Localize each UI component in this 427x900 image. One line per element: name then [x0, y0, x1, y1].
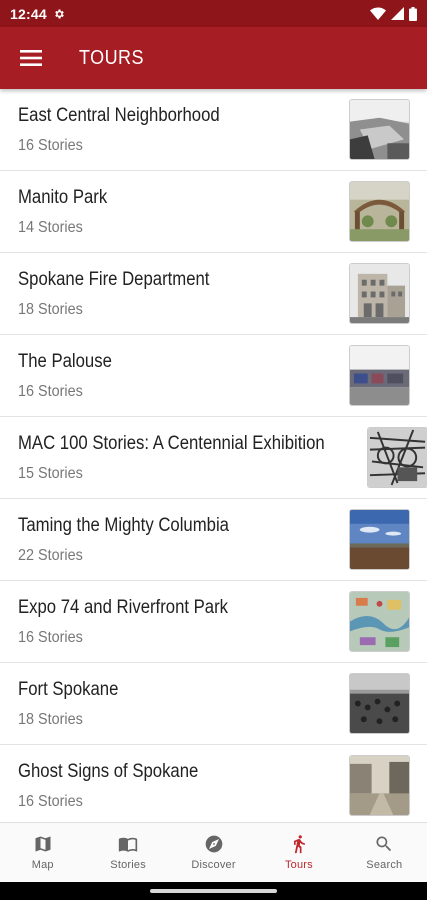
- tour-list: East Central Neighborhood 16 Stories Man…: [0, 89, 427, 822]
- wifi-icon: [370, 7, 386, 20]
- tour-thumbnail: [349, 591, 410, 652]
- tour-item-taming-the-mighty-columbia[interactable]: Taming the Mighty Columbia 22 Stories: [0, 499, 427, 581]
- bottom-navigation: Map Stories Discover Tours Search: [0, 822, 427, 882]
- status-icons: [370, 6, 417, 21]
- tour-title: Fort Spokane: [18, 678, 119, 700]
- battery-icon: [409, 6, 417, 21]
- tour-story-count: 14 Stories: [18, 218, 83, 236]
- walking-icon: [293, 835, 305, 854]
- cellular-signal-icon: [391, 7, 404, 20]
- tour-item-mac-100-stories[interactable]: MAC 100 Stories: A Centennial Exhibition…: [0, 417, 427, 499]
- nav-search[interactable]: Search: [342, 823, 427, 882]
- tour-story-count: 16 Stories: [18, 136, 83, 154]
- tour-thumbnail: [349, 673, 410, 734]
- app-bar: TOURS: [0, 27, 427, 89]
- tour-thumbnail: [349, 263, 410, 324]
- tour-item-the-palouse[interactable]: The Palouse 16 Stories: [0, 335, 427, 417]
- home-gesture-bar[interactable]: [150, 889, 277, 893]
- page-title: TOURS: [79, 46, 144, 69]
- tour-title: MAC 100 Stories: A Centennial Exhibition: [18, 432, 325, 454]
- nav-label: Stories: [110, 859, 146, 871]
- tour-story-count: 16 Stories: [18, 628, 83, 646]
- tour-item-east-central-neighborhood[interactable]: East Central Neighborhood 16 Stories: [0, 89, 427, 171]
- tour-title: Taming the Mighty Columbia: [18, 514, 229, 536]
- book-icon: [118, 837, 138, 852]
- nav-tours[interactable]: Tours: [256, 823, 341, 882]
- tour-item-manito-park[interactable]: Manito Park 14 Stories: [0, 171, 427, 253]
- nav-label: Discover: [191, 859, 236, 871]
- status-bar: 12:44: [0, 0, 427, 27]
- tour-story-count: 15 Stories: [18, 464, 83, 482]
- tour-title: Manito Park: [18, 186, 108, 208]
- nav-label: Search: [366, 859, 403, 871]
- tour-thumbnail: [349, 755, 410, 816]
- tour-title: East Central Neighborhood: [18, 104, 220, 126]
- tour-item-spokane-fire-department[interactable]: Spokane Fire Department 18 Stories: [0, 253, 427, 335]
- tour-item-expo-74-and-riverfront-park[interactable]: Expo 74 and Riverfront Park 16 Stories: [0, 581, 427, 663]
- system-gesture-area: [0, 882, 427, 900]
- compass-icon: [205, 835, 222, 853]
- tour-thumbnail: [349, 509, 410, 570]
- tour-story-count: 18 Stories: [18, 300, 83, 318]
- nav-stories[interactable]: Stories: [85, 823, 170, 882]
- tour-title: Ghost Signs of Spokane: [18, 760, 199, 782]
- nav-map[interactable]: Map: [0, 823, 85, 882]
- map-icon: [35, 836, 51, 852]
- tour-title: The Palouse: [18, 350, 112, 372]
- tour-title: Spokane Fire Department: [18, 268, 210, 290]
- search-icon: [376, 836, 392, 852]
- status-time: 12:44: [10, 5, 47, 22]
- tour-title: Expo 74 and Riverfront Park: [18, 596, 229, 618]
- tour-thumbnail: [349, 345, 410, 406]
- nav-label: Map: [31, 859, 54, 871]
- tour-item-fort-spokane[interactable]: Fort Spokane 18 Stories: [0, 663, 427, 745]
- settings-gear-icon: [55, 9, 64, 18]
- tour-thumbnail: [349, 99, 410, 160]
- nav-discover[interactable]: Discover: [171, 823, 256, 882]
- hamburger-menu-icon: [20, 50, 42, 66]
- tour-item-ghost-signs-of-spokane[interactable]: Ghost Signs of Spokane 16 Stories: [0, 745, 427, 822]
- tour-story-count: 18 Stories: [18, 710, 83, 728]
- nav-label: Tours: [284, 859, 313, 871]
- tour-thumbnail: [366, 427, 427, 488]
- menu-button[interactable]: [0, 27, 62, 89]
- tour-thumbnail: [349, 181, 410, 242]
- tour-story-count: 16 Stories: [18, 792, 83, 810]
- tour-story-count: 16 Stories: [18, 382, 83, 400]
- tour-story-count: 22 Stories: [18, 546, 83, 564]
